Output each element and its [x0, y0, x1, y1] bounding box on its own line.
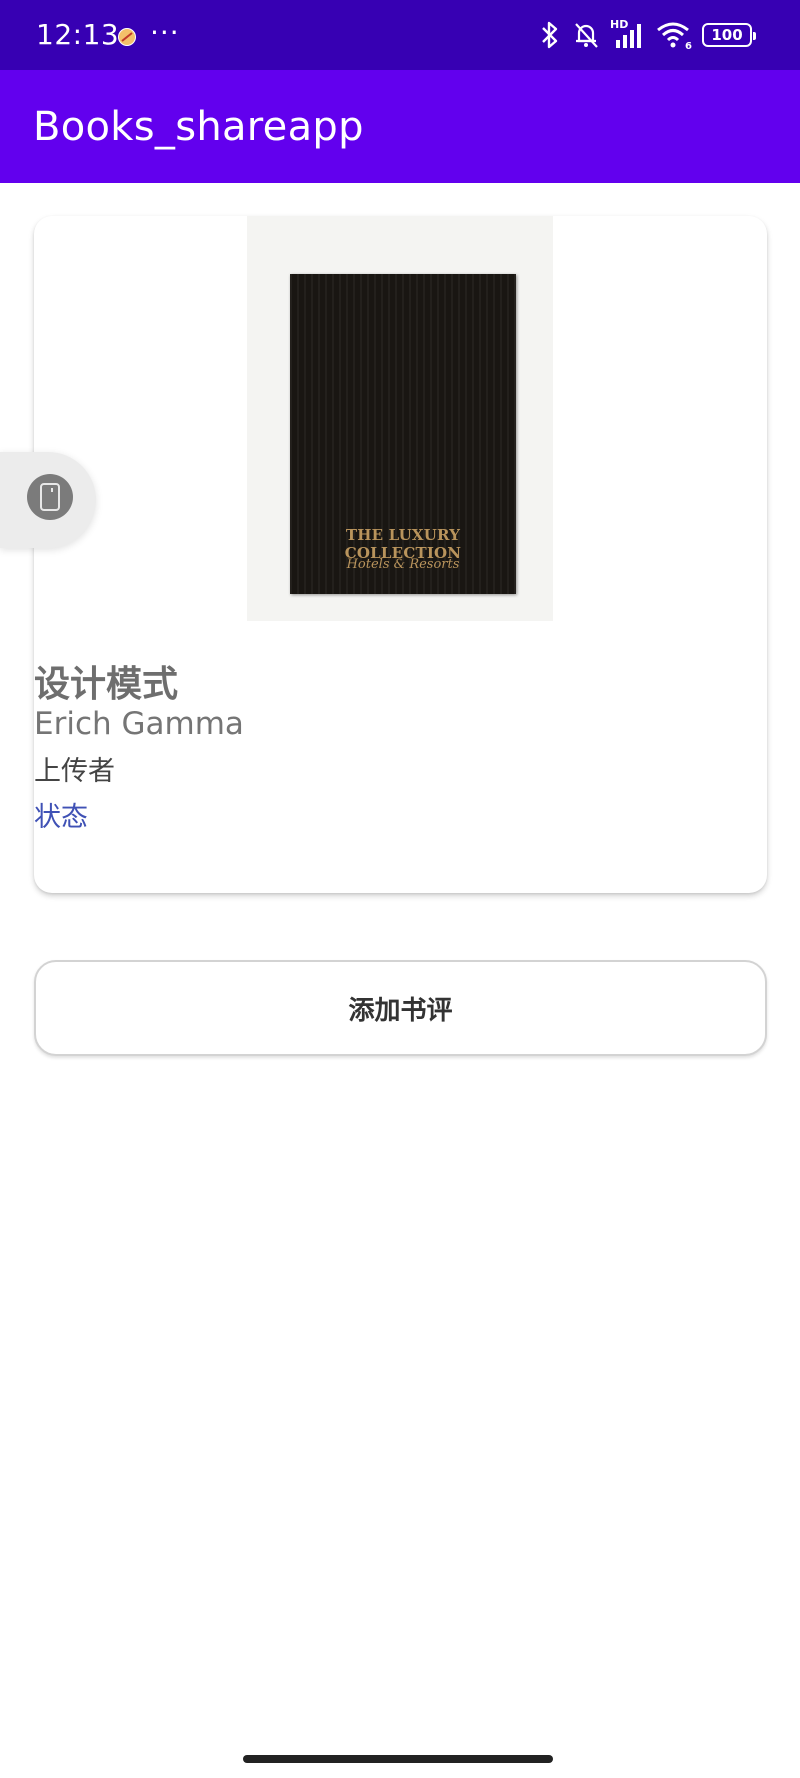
status-time: 12:13 — [36, 18, 120, 51]
book-uploader: 上传者 — [34, 756, 115, 787]
status-bar: 12:13 ··· HD 6 100 — [0, 0, 800, 70]
status-icons: HD 6 100 — [538, 18, 756, 52]
book-status: 状态 — [34, 802, 88, 833]
app-bar: Books_shareapp — [0, 70, 800, 183]
cover-plaque: THE LUXURY COLLECTION Hotels & Resorts — [290, 274, 516, 594]
cellular-signal-icon: HD — [610, 18, 646, 50]
book-author: Erich Gamma — [34, 706, 244, 742]
book-card: THE LUXURY COLLECTION Hotels & Resorts 设… — [34, 216, 767, 893]
status-more-icon: ··· — [150, 16, 180, 49]
home-indicator[interactable] — [243, 1755, 553, 1763]
app-notification-icon — [117, 27, 137, 47]
book-cover-image: THE LUXURY COLLECTION Hotels & Resorts — [247, 216, 553, 621]
book-title: 设计模式 — [34, 664, 179, 705]
phone-icon — [27, 474, 73, 520]
wifi-icon: 6 — [656, 20, 692, 52]
app-title: Books_shareapp — [33, 104, 364, 150]
floating-assistant-button[interactable] — [0, 452, 96, 548]
mute-bell-icon — [572, 20, 600, 50]
cover-text-line2: Hotels & Resorts — [346, 557, 460, 572]
battery-level: 100 — [711, 26, 743, 44]
battery-icon: 100 — [702, 23, 756, 47]
bluetooth-icon — [538, 20, 562, 50]
add-review-button[interactable]: 添加书评 — [34, 960, 767, 1056]
wifi-sub-label: 6 — [685, 41, 692, 52]
